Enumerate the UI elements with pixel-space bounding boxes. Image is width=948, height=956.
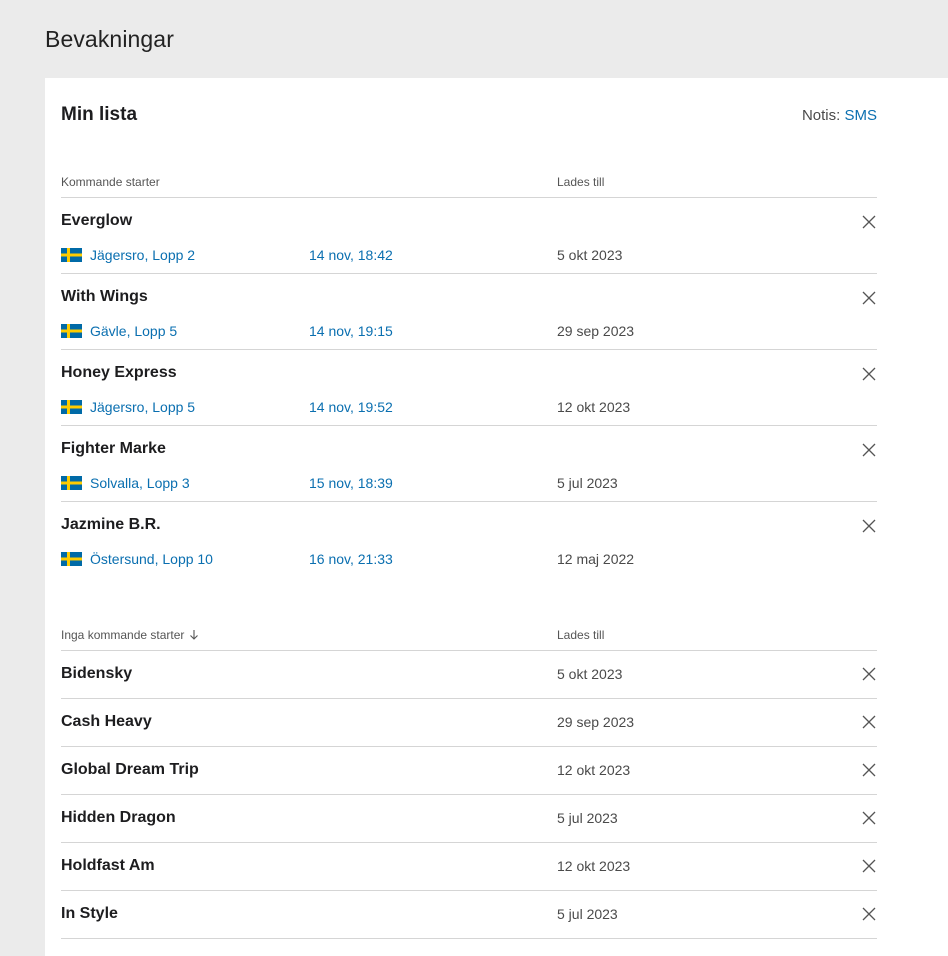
close-icon[interactable] [861, 762, 877, 778]
upcoming-list: Everglow Jägersro, Lopp 2 14 nov, 18:42 5 o… [61, 198, 877, 577]
sweden-flag-icon [61, 476, 82, 490]
added-date: 5 okt 2023 [557, 247, 623, 263]
no-upcoming-section: Inga kommande starter Lades till Bidensk… [61, 628, 877, 939]
close-icon[interactable] [861, 442, 877, 458]
close-icon[interactable] [861, 714, 877, 730]
list-item: Honey Express Jägersro, Lopp 5 14 nov, 19:… [61, 350, 877, 426]
added-date: 12 maj 2022 [557, 551, 635, 567]
sweden-flag-icon [61, 552, 82, 566]
watchlist-card: Min lista Notis: SMS Kommande starter La… [45, 78, 948, 956]
race-time-link[interactable]: 15 nov, 18:39 [309, 475, 393, 491]
close-icon[interactable] [861, 518, 877, 534]
race-time-link[interactable]: 16 nov, 21:33 [309, 551, 393, 567]
horse-name[interactable]: Cash Heavy [61, 713, 152, 731]
added-date: 12 okt 2023 [557, 762, 631, 778]
close-icon[interactable] [861, 366, 877, 382]
list-item: Fighter Marke Solvalla, Lopp 3 15 nov, 18:… [61, 426, 877, 502]
sweden-flag-icon [61, 400, 82, 414]
column-header-no-upcoming-label: Inga kommande starter [61, 628, 185, 642]
horse-name[interactable]: Bidensky [61, 665, 132, 683]
close-icon[interactable] [861, 214, 877, 230]
added-date: 5 jul 2023 [557, 906, 618, 922]
list-item: Cash Heavy 29 sep 2023 [61, 699, 877, 747]
added-date: 12 okt 2023 [557, 399, 631, 415]
horse-name[interactable]: Fighter Marke [61, 440, 166, 458]
horse-name[interactable]: With Wings [61, 288, 148, 306]
no-upcoming-header: Inga kommande starter Lades till [61, 628, 877, 651]
list-item: Hidden Dragon 5 jul 2023 [61, 795, 877, 843]
race-track-link[interactable]: Solvalla, Lopp 3 [90, 475, 190, 491]
added-date: 5 jul 2023 [557, 810, 618, 826]
sweden-flag-icon [61, 248, 82, 262]
race-track-link[interactable]: Jägersro, Lopp 5 [90, 399, 195, 415]
race-track-link[interactable]: Östersund, Lopp 10 [90, 551, 213, 567]
upcoming-section: Kommande starter Lades till Everglow Jäge… [61, 175, 877, 577]
list-item: With Wings Gävle, Lopp 5 14 nov, 19:15 29 s… [61, 274, 877, 350]
card-header: Min lista Notis: SMS [61, 104, 877, 130]
list-item: Holdfast Am 12 okt 2023 [61, 843, 877, 891]
close-icon[interactable] [861, 666, 877, 682]
close-icon[interactable] [861, 858, 877, 874]
horse-name[interactable]: Holdfast Am [61, 857, 155, 875]
added-date: 29 sep 2023 [557, 714, 635, 730]
notification-setting: Notis: SMS [802, 107, 877, 124]
column-header-no-upcoming[interactable]: Inga kommande starter [61, 628, 199, 644]
added-date: 29 sep 2023 [557, 323, 635, 339]
horse-name[interactable]: Everglow [61, 212, 132, 230]
added-date: 5 jul 2023 [557, 475, 618, 491]
race-time-link[interactable]: 14 nov, 19:15 [309, 323, 393, 339]
horse-name[interactable]: Global Dream Trip [61, 761, 199, 779]
close-icon[interactable] [861, 290, 877, 306]
sweden-flag-icon [61, 324, 82, 338]
race-time-link[interactable]: 14 nov, 18:42 [309, 247, 393, 263]
list-item: Jazmine B.R. Östersund, Lopp 10 16 nov, 21… [61, 502, 877, 577]
added-date: 12 okt 2023 [557, 858, 631, 874]
race-time-link[interactable]: 14 nov, 19:52 [309, 399, 393, 415]
race-track-link[interactable]: Gävle, Lopp 5 [90, 323, 177, 339]
close-icon[interactable] [861, 810, 877, 826]
no-upcoming-list: Bidensky 5 okt 2023 Cash Heavy 29 sep 2023 G… [61, 651, 877, 939]
page-title: Bevakningar [45, 26, 174, 52]
upcoming-header: Kommande starter Lades till [61, 175, 877, 198]
arrow-down-icon [189, 629, 199, 644]
added-date: 5 okt 2023 [557, 666, 623, 682]
card-title: Min lista [61, 104, 138, 125]
race-track-link[interactable]: Jägersro, Lopp 2 [90, 247, 195, 263]
horse-name[interactable]: Honey Express [61, 364, 177, 382]
notis-sms-link[interactable]: SMS [844, 107, 877, 124]
horse-name[interactable]: Hidden Dragon [61, 809, 176, 827]
list-item: Global Dream Trip 12 okt 2023 [61, 747, 877, 795]
close-icon[interactable] [861, 906, 877, 922]
column-header-added: Lades till [557, 175, 605, 189]
horse-name[interactable]: In Style [61, 905, 118, 923]
column-header-upcoming: Kommande starter [61, 175, 160, 189]
list-item: Bidensky 5 okt 2023 [61, 651, 877, 699]
list-item: In Style 5 jul 2023 [61, 891, 877, 939]
list-item: Everglow Jägersro, Lopp 2 14 nov, 18:42 5 o… [61, 198, 877, 274]
notis-label: Notis: [801, 107, 841, 124]
column-header-added: Lades till [557, 628, 605, 642]
horse-name[interactable]: Jazmine B.R. [61, 516, 161, 534]
